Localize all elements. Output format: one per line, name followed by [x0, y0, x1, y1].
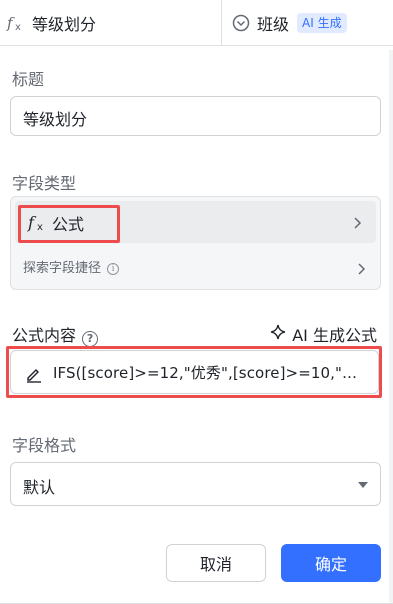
field-format-value: 默认: [23, 478, 56, 497]
explore-shortcuts-link[interactable]: 探索字段捷径 i: [23, 257, 120, 276]
column-header-level[interactable]: f x 等级划分: [0, 0, 222, 46]
title-label: 标题: [12, 70, 45, 89]
confirm-button[interactable]: 确定: [281, 544, 381, 582]
column-header-title: 班级: [257, 15, 290, 34]
chevron-right-icon: [350, 215, 364, 229]
explore-shortcuts-label: 探索字段捷径: [23, 261, 102, 276]
formula-label-text: 公式内容: [12, 326, 77, 345]
ai-generate-formula-label: AI 生成公式: [292, 326, 377, 345]
field-format-label: 字段格式: [12, 436, 77, 455]
highlight-formula: [6, 346, 382, 398]
column-header-class[interactable]: 班级 AI 生成: [223, 0, 393, 46]
title-input[interactable]: 等级划分: [10, 96, 381, 136]
ai-generate-formula-button[interactable]: AI 生成公式: [270, 322, 377, 346]
highlight-field-type: [18, 205, 120, 243]
chevron-right-icon: [354, 261, 368, 275]
help-icon[interactable]: ?: [82, 331, 99, 347]
sparkle-icon: [270, 324, 286, 344]
panel-scrollbar[interactable]: [389, 50, 393, 604]
svg-text:f: f: [6, 14, 15, 32]
field-format-select[interactable]: 默认: [10, 462, 381, 506]
formula-label: 公式内容?: [12, 322, 99, 347]
info-icon: i: [107, 262, 120, 275]
column-header-title: 等级划分: [32, 15, 97, 34]
cancel-button[interactable]: 取消: [166, 544, 266, 582]
field-type-label: 字段类型: [12, 174, 77, 193]
title-input-value: 等级划分: [23, 110, 88, 129]
caret-down-icon: [358, 482, 368, 488]
column-header-bar: f x 等级划分 班级 AI 生成: [0, 0, 393, 46]
svg-text:x: x: [15, 22, 21, 33]
chevron-circle-icon: [231, 13, 251, 33]
fx-icon: f x: [6, 13, 26, 33]
ai-generated-badge: AI 生成: [297, 13, 347, 33]
field-edit-panel: 标题 等级划分 字段类型 f x 公式 探索字段捷径 i 公式内容? AI 生成…: [0, 50, 393, 604]
